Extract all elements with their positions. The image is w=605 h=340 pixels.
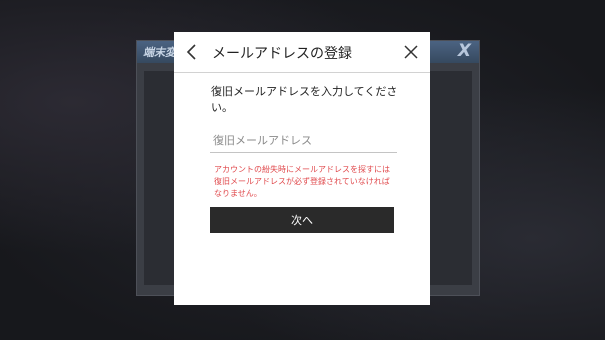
dialog-title: メールアドレスの登録	[212, 46, 352, 62]
dialog-header: メールアドレスの登録	[174, 32, 430, 72]
next-button[interactable]: 次へ	[210, 207, 394, 233]
warning-text: アカウントの紛失時にメールアドレスを探すには復旧メールアドレスが必ず登録されてい…	[214, 165, 390, 198]
header-divider	[174, 72, 430, 73]
back-button[interactable]	[183, 42, 201, 62]
close-icon	[404, 45, 418, 59]
background-close-icon: X	[457, 41, 471, 61]
recovery-email-input[interactable]	[210, 128, 397, 153]
chevron-left-icon	[186, 44, 196, 60]
close-button[interactable]	[403, 44, 419, 60]
email-registration-dialog: メールアドレスの登録 復旧メールアドレスを入力してください。 アカウントの紛失時…	[174, 32, 430, 305]
instruction-text: 復旧メールアドレスを入力してください。	[211, 85, 398, 114]
